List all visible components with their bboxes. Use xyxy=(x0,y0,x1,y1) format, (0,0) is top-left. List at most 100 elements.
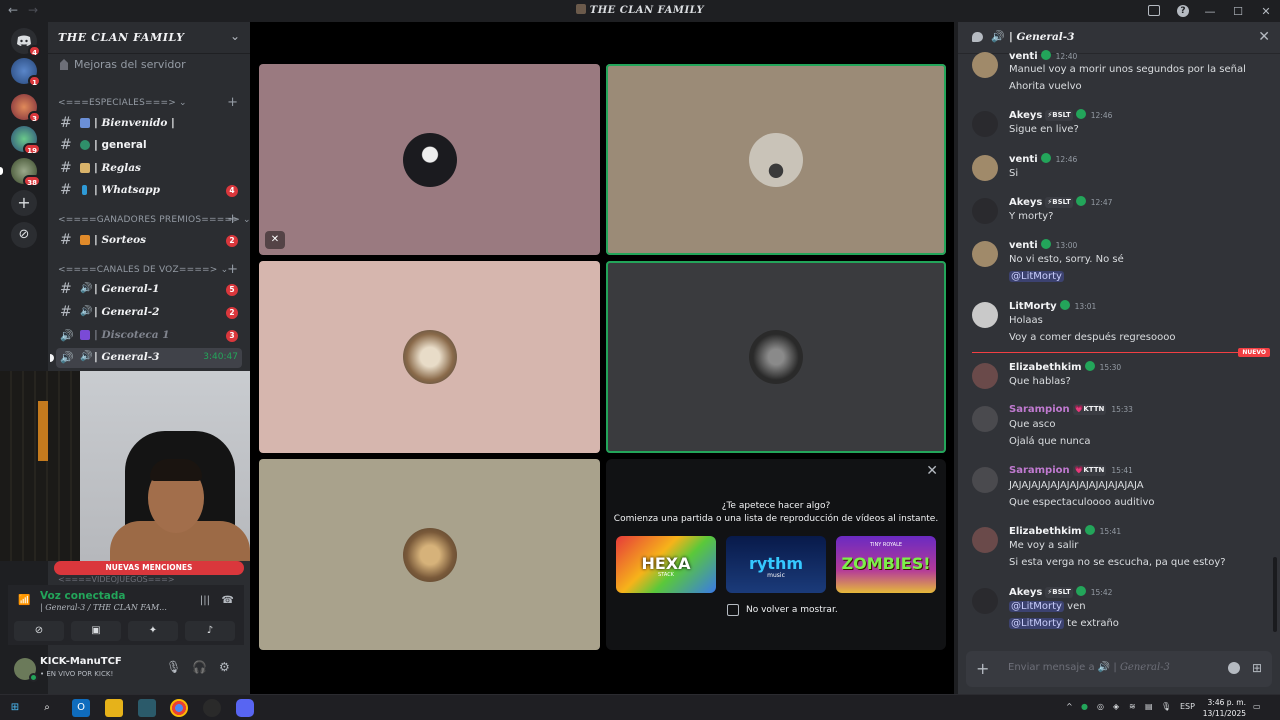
chevron-down-icon[interactable]: ⌄ xyxy=(230,29,240,43)
outlook-icon[interactable]: O xyxy=(72,699,90,717)
user-mention[interactable]: @LitMorty xyxy=(1009,601,1064,612)
server-icon-active[interactable]: 38 xyxy=(0,158,41,187)
add-channel-icon[interactable]: + xyxy=(227,212,238,227)
dont-show-checkbox[interactable] xyxy=(727,604,739,616)
avatar[interactable] xyxy=(972,406,998,432)
add-server-icon[interactable]: + xyxy=(11,190,37,216)
server-icon-1[interactable]: 1 xyxy=(11,58,41,87)
message-author[interactable]: Akeys ⚡BSLT 12:46 xyxy=(1009,109,1112,121)
server-icon-3[interactable]: 19 xyxy=(11,126,41,155)
system-clock[interactable]: 3:46 p. m. 13/11/2025 xyxy=(1203,697,1246,719)
channel-general-3[interactable]: 🔊 🔊 | General-3 3:40:47 xyxy=(50,348,242,368)
minimize-button[interactable]: — xyxy=(1196,5,1224,18)
message-author[interactable]: Elizabethkim 15:30 xyxy=(1009,361,1121,373)
avatar[interactable] xyxy=(972,363,998,389)
emoji-icon[interactable] xyxy=(1228,662,1240,674)
avatar[interactable] xyxy=(972,241,998,267)
obs-icon[interactable] xyxy=(203,699,221,717)
category-videojuegos[interactable]: <====VIDEOJUEGOS===> xyxy=(58,575,175,584)
screen-share-button[interactable]: ▣ xyxy=(71,621,121,641)
maximize-button[interactable]: ☐ xyxy=(1224,5,1252,18)
avatar[interactable] xyxy=(972,527,998,553)
close-icon[interactable]: ✕ xyxy=(1258,29,1270,45)
message-input[interactable]: + Enviar mensaje a 🔊 | General-3 ⊞ xyxy=(966,651,1272,687)
server-boost-link[interactable]: Mejoras del servidor xyxy=(60,58,186,71)
channel-sorteos[interactable]: # | Sorteos 2 xyxy=(56,231,242,251)
tray-chevron-icon[interactable]: ^ xyxy=(1066,702,1073,711)
avatar[interactable] xyxy=(972,52,998,78)
voice-location[interactable]: | General-3 / THE CLAN FAM... xyxy=(40,603,167,612)
game-card-rythm[interactable]: rythm music xyxy=(726,536,826,593)
gear-icon[interactable]: ⚙ xyxy=(219,660,230,674)
guild-header[interactable]: THE CLAN FAMILY ⌄ xyxy=(48,22,250,54)
channel-whatsapp[interactable]: # | Whatsapp 4 xyxy=(56,181,242,201)
tray-app-icon[interactable]: ● xyxy=(1081,702,1088,711)
wifi-icon[interactable]: ≋ xyxy=(1129,702,1136,711)
channel-general-1[interactable]: # 🔊 | General-1 5 xyxy=(56,280,242,300)
close-button[interactable]: ✕ xyxy=(1252,5,1280,18)
close-icon[interactable]: ✕ xyxy=(926,463,938,479)
camera-off-button[interactable]: ⊘ xyxy=(14,621,64,641)
search-icon[interactable]: ⌕ xyxy=(38,699,56,717)
add-channel-icon[interactable]: + xyxy=(227,95,238,110)
message-author[interactable]: Sarampion 💗KTTN 15:33 xyxy=(1009,404,1133,415)
category-ganadores[interactable]: <====GANADORES PREMIOS====> ⌄ xyxy=(58,215,251,225)
soundboard-button[interactable]: ♪ xyxy=(185,621,235,641)
disconnect-icon[interactable]: ☎ xyxy=(222,595,234,606)
message-author[interactable]: Akeys ⚡BSLT 12:47 xyxy=(1009,196,1112,208)
participant-tile-5[interactable] xyxy=(259,459,600,650)
activities-button[interactable]: ✦ xyxy=(128,621,178,641)
participant-tile-4[interactable] xyxy=(606,261,946,453)
channel-general[interactable]: # | general xyxy=(56,136,242,156)
notifications-icon[interactable]: ▭ xyxy=(1253,702,1261,711)
tray-app-icon[interactable]: ◎ xyxy=(1097,702,1104,711)
avatar[interactable] xyxy=(14,658,38,682)
channel-general-2[interactable]: # 🔊 | General-2 2 xyxy=(56,303,242,323)
server-icon-2[interactable]: 3 xyxy=(11,94,41,123)
avatar[interactable] xyxy=(972,198,998,224)
attach-icon[interactable]: + xyxy=(976,659,989,678)
file-explorer-icon[interactable] xyxy=(105,699,123,717)
network-icon[interactable]: ▤ xyxy=(1145,702,1153,711)
category-especiales[interactable]: <===ESPECIALES===> ⌄ xyxy=(58,98,187,108)
explore-icon[interactable]: ⊘ xyxy=(11,222,37,248)
avatar[interactable] xyxy=(972,111,998,137)
discord-home-icon[interactable]: 4 xyxy=(11,28,41,57)
windows-start-icon[interactable]: ⊞ xyxy=(6,699,24,717)
chrome-icon[interactable] xyxy=(170,699,188,717)
message-author[interactable]: Akeys ⚡BSLT 15:42 xyxy=(1009,586,1112,598)
add-channel-icon[interactable]: + xyxy=(227,262,238,277)
message-author[interactable]: Sarampion 💗KTTN 15:41 xyxy=(1009,465,1133,476)
participant-tile-1[interactable]: ✕ xyxy=(259,64,600,255)
noise-suppression-icon[interactable]: ||| xyxy=(200,595,210,606)
channel-reglas[interactable]: # | Reglas xyxy=(56,159,242,179)
game-card-hexa[interactable]: HEXA STACK xyxy=(616,536,716,593)
user-mention[interactable]: @LitMorty xyxy=(1009,271,1064,282)
avatar[interactable] xyxy=(972,155,998,181)
help-icon[interactable]: ? xyxy=(1177,5,1189,17)
chat-scrollbar[interactable] xyxy=(1273,557,1277,632)
app-icon[interactable] xyxy=(138,699,156,717)
apps-icon[interactable]: ⊞ xyxy=(1252,661,1262,675)
microphone-icon[interactable]: 🎙 xyxy=(1161,702,1171,711)
message-author[interactable]: Elizabethkim 15:41 xyxy=(1009,525,1121,537)
participant-tile-2[interactable] xyxy=(606,64,946,255)
game-card-zombies[interactable]: ZOMBIES! TINY ROYALE xyxy=(836,536,936,593)
message-author[interactable]: LitMorty 13:01 xyxy=(1009,300,1096,312)
inbox-icon[interactable] xyxy=(1148,5,1160,16)
avatar[interactable] xyxy=(972,588,998,614)
message-author[interactable]: venti 12:40 xyxy=(1009,50,1077,62)
category-voz[interactable]: <====CANALES DE VOZ====> ⌄ xyxy=(58,265,228,275)
participant-tile-3[interactable] xyxy=(259,261,600,453)
microphone-icon[interactable]: 🎙 xyxy=(166,660,181,674)
new-mentions-banner[interactable]: NUEVAS MENCIONES xyxy=(54,561,244,575)
signal-icon[interactable]: 📶 xyxy=(18,595,30,607)
channel-discoteca[interactable]: 🔊 | Discoteca 1 3 xyxy=(56,326,242,346)
message-author[interactable]: venti 13:00 xyxy=(1009,239,1077,251)
avatar[interactable] xyxy=(972,467,998,493)
avatar[interactable] xyxy=(972,302,998,328)
message-author[interactable]: venti 12:46 xyxy=(1009,153,1077,165)
headphones-icon[interactable]: 🎧 xyxy=(192,660,207,674)
language-indicator[interactable]: ESP xyxy=(1180,702,1195,711)
channel-bienvenido[interactable]: # | Bienvenido | xyxy=(56,114,242,134)
